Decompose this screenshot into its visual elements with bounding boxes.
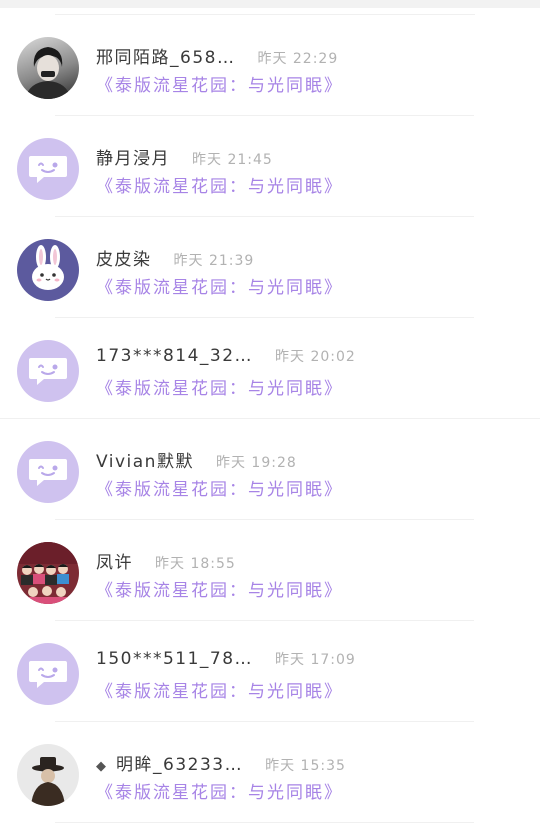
timestamp: 昨天 20:02 — [275, 349, 356, 365]
list-item[interactable]: 凤许 昨天 18:55 《泰版流星花园：与光同眠》 — [0, 520, 540, 621]
timestamp: 昨天 21:39 — [173, 253, 255, 269]
chat-bubble-icon — [29, 156, 67, 183]
avatar[interactable] — [17, 542, 79, 604]
list-item[interactable]: 皮皮染 昨天 21:39 《泰版流星花园：与光同眠》 — [0, 217, 540, 318]
user-name[interactable]: 皮皮染 — [96, 245, 152, 270]
list-item[interactable]: Vivian默默 昨天 19:28 《泰版流星花园：与光同眠》 — [0, 419, 540, 520]
timestamp: 昨天 19:28 — [215, 455, 297, 471]
user-name[interactable]: 邢同陌路_658… — [96, 43, 235, 68]
avatar[interactable] — [17, 37, 79, 99]
avatar[interactable] — [17, 643, 79, 705]
book-title-link[interactable]: 《泰版流星花园：与光同眠》 — [96, 172, 343, 197]
avatar[interactable] — [17, 441, 79, 503]
book-title-link[interactable]: 《泰版流星花园：与光同眠》 — [96, 374, 343, 399]
timestamp: 昨天 22:29 — [257, 51, 339, 67]
hat-figure-icon — [31, 757, 65, 806]
book-title-link[interactable]: 《泰版流星花园：与光同眠》 — [96, 576, 343, 601]
avatar[interactable] — [17, 138, 79, 200]
top-bar — [0, 0, 540, 8]
group-photo-icon — [17, 542, 79, 604]
avatar[interactable] — [17, 239, 79, 301]
timestamp: 昨天 18:55 — [155, 556, 236, 572]
book-title-link[interactable]: 《泰版流星花园：与光同眠》 — [96, 778, 343, 803]
book-title-link[interactable]: 《泰版流星花园：与光同眠》 — [96, 273, 343, 298]
timestamp: 昨天 15:35 — [265, 758, 346, 774]
list-item[interactable]: 173***814_32… 昨天 20:02 《泰版流星花园：与光同眠》 — [0, 318, 540, 419]
divider — [55, 822, 474, 823]
user-name[interactable]: 150***511_78… — [96, 649, 253, 669]
user-name[interactable]: 凤许 — [96, 548, 133, 573]
book-title-link[interactable]: 《泰版流星花园：与光同眠》 — [96, 475, 343, 500]
comment-list: 邢同陌路_658… 昨天 22:29 《泰版流星花园：与光同眠》 静月浸月 昨天… — [0, 15, 540, 823]
timestamp: 昨天 17:09 — [275, 652, 356, 668]
chat-bubble-icon — [29, 661, 67, 688]
timestamp: 昨天 21:45 — [192, 152, 273, 168]
book-title-link[interactable]: 《泰版流星花园：与光同眠》 — [96, 71, 343, 96]
bunny-icon — [32, 245, 64, 290]
chat-bubble-icon — [29, 358, 67, 385]
user-name[interactable]: 静月浸月 — [96, 144, 170, 169]
list-item[interactable]: 邢同陌路_658… 昨天 22:29 《泰版流星花园：与光同眠》 — [0, 15, 540, 116]
avatar[interactable] — [17, 744, 79, 806]
user-name[interactable]: 173***814_32… — [96, 346, 253, 366]
avatar[interactable] — [17, 340, 79, 402]
list-item[interactable]: 150***511_78… 昨天 17:09 《泰版流星花园：与光同眠》 — [0, 621, 540, 722]
vip-diamond-icon: ◆ — [96, 759, 106, 774]
user-portrait-icon — [25, 47, 71, 99]
book-title-link[interactable]: 《泰版流星花园：与光同眠》 — [96, 677, 343, 702]
list-item[interactable]: 静月浸月 昨天 21:45 《泰版流星花园：与光同眠》 — [0, 116, 540, 217]
user-name[interactable]: Vivian默默 — [96, 447, 194, 472]
user-name[interactable]: 明眸_63233… — [116, 750, 243, 775]
list-item[interactable]: ◆ 明眸_63233… 昨天 15:35 《泰版流星花园：与光同眠》 — [0, 722, 540, 823]
chat-bubble-icon — [29, 459, 67, 486]
